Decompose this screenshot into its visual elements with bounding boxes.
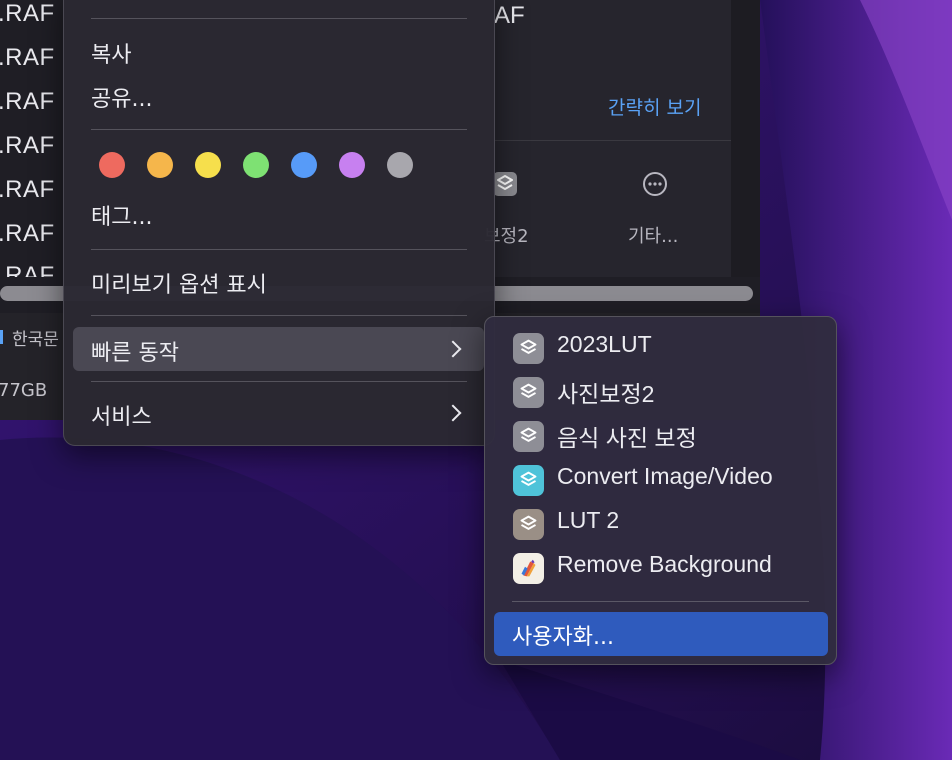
menu-item-label: 빠른 동작 xyxy=(91,341,179,366)
shortcuts-icon[interactable] xyxy=(493,172,517,196)
shortcuts-icon xyxy=(513,333,544,364)
tag-red[interactable] xyxy=(99,152,125,178)
submenu-item-label: LUT 2 xyxy=(557,507,620,533)
tag-purple[interactable] xyxy=(339,152,365,178)
menu-separator xyxy=(91,315,467,316)
pixelmator-icon xyxy=(513,553,544,584)
file-row[interactable]: .RAF xyxy=(0,176,55,216)
tag-blue[interactable] xyxy=(291,152,317,178)
file-row[interactable]: .RAF xyxy=(0,88,55,128)
submenu-item-label: 사용자화... xyxy=(512,625,614,650)
file-row[interactable]: .RAF xyxy=(0,0,55,40)
chevron-right-icon xyxy=(444,340,462,358)
sidebar-strip xyxy=(731,0,760,277)
menu-item-show-preview-options[interactable]: 미리보기 옵션 표시 xyxy=(91,267,267,299)
context-menu: 복사 공유... 태그... 미리보기 옵션 표시 빠른 동작 서비스 xyxy=(63,0,495,446)
status-disk-space: 77GB xyxy=(0,380,48,401)
tag-yellow[interactable] xyxy=(195,152,221,178)
submenu-item-label: 사진보정2 xyxy=(557,381,655,407)
menu-item-tags[interactable]: 태그... xyxy=(91,199,152,231)
quick-actions-submenu: 2023LUT 사진보정2 음식 사진 보정 Convert Image/Vid… xyxy=(484,316,837,665)
tag-green[interactable] xyxy=(243,152,269,178)
menu-item-quick-actions[interactable]: 빠른 동작 xyxy=(73,327,484,371)
submenu-item-label: 음식 사진 보정 xyxy=(557,425,697,451)
more-label[interactable]: 기타... xyxy=(628,222,678,248)
menu-separator xyxy=(91,249,467,250)
file-row[interactable]: .RAF xyxy=(0,262,55,277)
shortcuts-icon xyxy=(513,421,544,452)
menu-item-services[interactable]: 서비스 xyxy=(73,391,484,435)
menu-item-copy[interactable]: 복사 xyxy=(91,37,131,69)
menu-item-share[interactable]: 공유... xyxy=(91,81,152,113)
show-less-link[interactable]: 간략히 보기 xyxy=(608,93,701,120)
menu-separator xyxy=(91,18,467,19)
menu-separator xyxy=(512,601,809,602)
submenu-item-label: Remove Background xyxy=(557,551,772,577)
preview-pane xyxy=(494,0,731,277)
submenu-item-customize[interactable]: 사용자화... xyxy=(494,612,828,656)
file-row[interactable]: .RAF xyxy=(0,44,55,84)
shortcuts-icon xyxy=(513,377,544,408)
menu-separator xyxy=(91,129,467,130)
input-source-indicator xyxy=(0,330,3,344)
divider xyxy=(494,140,731,141)
shortcuts-icon xyxy=(513,465,544,496)
menu-separator xyxy=(91,381,467,382)
more-icon[interactable] xyxy=(643,172,667,196)
submenu-item-label: Convert Image/Video xyxy=(557,463,773,489)
tag-gray[interactable] xyxy=(387,152,413,178)
status-input-source: 한국문 xyxy=(12,330,59,350)
shortcuts-icon xyxy=(513,509,544,540)
file-row[interactable]: .RAF xyxy=(0,220,55,260)
submenu-item-label: 2023LUT xyxy=(557,331,652,357)
file-row[interactable]: .RAF xyxy=(0,132,55,172)
chevron-right-icon xyxy=(444,404,462,422)
tag-orange[interactable] xyxy=(147,152,173,178)
preview-title: AF xyxy=(494,2,525,29)
menu-item-label: 서비스 xyxy=(91,405,152,430)
